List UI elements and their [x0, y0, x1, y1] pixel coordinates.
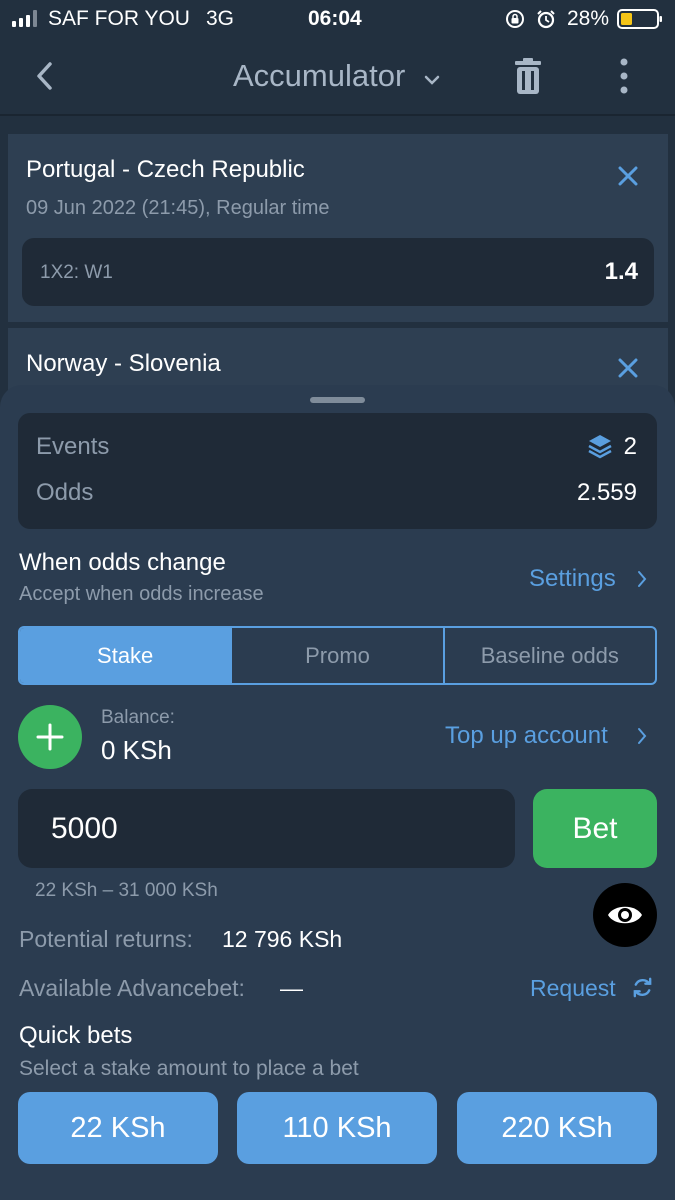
add-funds-button[interactable]: [18, 705, 82, 769]
balance-label: Balance:: [101, 707, 175, 728]
market-name: 1X2: W1: [40, 262, 113, 283]
signal-icon: [12, 10, 37, 27]
stake-range: 22 KSh – 31 000 KSh: [35, 880, 218, 901]
chevron-right-icon[interactable]: [636, 569, 648, 589]
alarm-icon: [537, 10, 555, 29]
potential-returns-value: 12 796 KSh: [222, 926, 343, 952]
visibility-toggle-button[interactable]: [593, 883, 657, 947]
plus-icon: [36, 723, 64, 751]
odds-change-setting: Accept when odds increase: [19, 583, 264, 605]
back-icon[interactable]: [30, 56, 62, 96]
potential-returns-label: Potential returns:: [19, 926, 193, 952]
settings-link[interactable]: Settings: [529, 565, 616, 593]
tab-promo[interactable]: Promo: [232, 628, 445, 683]
bet-slip-sheet: Events 2 Odds 2.559 When odds change Acc…: [0, 385, 675, 1200]
battery-percentage: 28%: [567, 7, 610, 30]
bet-button[interactable]: Bet: [533, 789, 657, 868]
stake-tabs: Stake Promo Baseline odds: [18, 626, 657, 685]
carrier-name: SAF FOR YOU: [48, 7, 190, 30]
quick-bets-title: Quick bets: [19, 1022, 133, 1049]
balance-value: 0 KSh: [101, 735, 172, 765]
close-icon[interactable]: [616, 356, 640, 380]
page-title[interactable]: Accumulator: [233, 58, 405, 94]
status-time: 06:04: [308, 7, 362, 30]
network-type: 3G: [206, 7, 235, 30]
more-vertical-icon[interactable]: [610, 56, 638, 96]
odds-change-title: When odds change: [19, 549, 226, 576]
events-count: 2: [623, 433, 637, 460]
chevron-down-icon[interactable]: [424, 74, 440, 86]
top-up-link[interactable]: Top up account: [445, 722, 608, 750]
refresh-icon[interactable]: [631, 976, 654, 999]
bet-card: Portugal - Czech Republic 09 Jun 2022 (2…: [8, 134, 668, 322]
tab-stake[interactable]: Stake: [20, 628, 233, 683]
request-advancebet-link[interactable]: Request: [530, 975, 616, 1002]
advancebet-value: —: [280, 975, 303, 1001]
advancebet-label: Available Advancebet:: [19, 975, 245, 1001]
quick-bet-button[interactable]: 22 KSh: [18, 1092, 218, 1164]
total-odds: 2.559: [576, 479, 637, 506]
chevron-right-icon[interactable]: [636, 726, 648, 746]
battery-icon: [617, 9, 662, 29]
bet-summary: Events 2 Odds 2.559: [18, 413, 657, 529]
layers-icon: [588, 435, 612, 459]
app-header: Accumulator: [0, 38, 675, 116]
eye-icon: [608, 906, 642, 924]
drag-handle[interactable]: [310, 397, 365, 403]
bet-selection: 1X2: W1 1.4: [22, 238, 654, 306]
match-name: Norway - Slovenia: [26, 350, 221, 377]
status-bar: SAF FOR YOU 3G 06:04 28%: [0, 0, 675, 38]
events-label: Events: [36, 433, 110, 460]
selection-odd: 1.4: [604, 258, 638, 285]
quick-bet-button[interactable]: 220 KSh: [457, 1092, 657, 1164]
trash-icon[interactable]: [512, 56, 544, 96]
rotation-lock-icon: [506, 10, 524, 28]
quick-bets-subtitle: Select a stake amount to place a bet: [19, 1057, 359, 1080]
close-icon[interactable]: [616, 164, 640, 188]
tab-baseline-odds[interactable]: Baseline odds: [445, 628, 655, 683]
match-date: 09 Jun 2022 (21:45), Regular time: [26, 197, 330, 219]
quick-bet-button[interactable]: 110 KSh: [237, 1092, 437, 1164]
odds-label: Odds: [36, 479, 94, 506]
stake-input[interactable]: [18, 789, 515, 868]
match-name: Portugal - Czech Republic: [26, 156, 305, 183]
